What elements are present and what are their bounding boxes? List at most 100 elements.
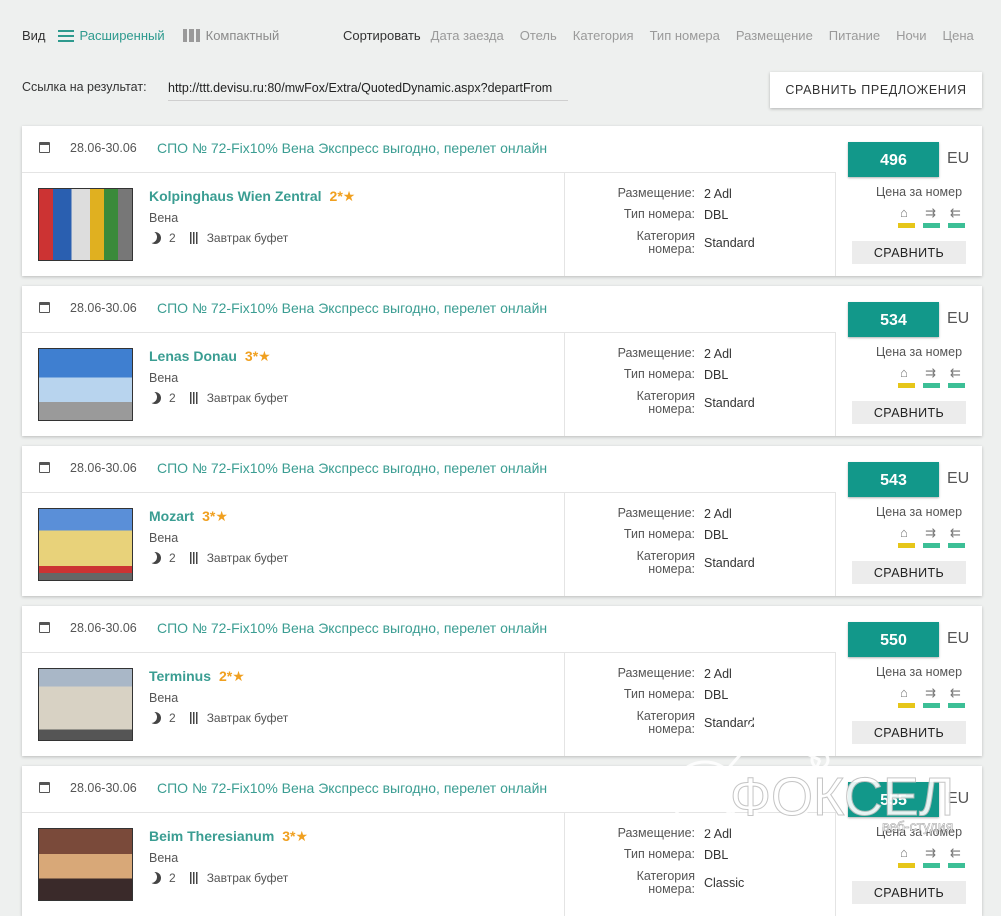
fork-knife-icon <box>189 392 199 404</box>
price-button[interactable]: 496 <box>848 142 939 177</box>
compare-button[interactable]: СРАВНИТЬ <box>852 401 966 424</box>
room-type-label: Тип номера: <box>623 207 695 221</box>
placement-label: Размещение: <box>617 186 695 200</box>
fork-knife-icon <box>189 872 199 884</box>
compare-offers-button[interactable]: СРАВНИТЬ ПРЕДЛОЖЕНИЯ <box>770 72 982 108</box>
offer-title-link[interactable]: СПО № 72-Fix10% Вена Экспресс выгодно, п… <box>157 140 547 156</box>
hotel-name-link[interactable]: Lenas Donau 3*★ <box>149 348 271 365</box>
hotel-meta: 2 Завтрак буфет <box>149 231 288 245</box>
placement-value: 2 Adl <box>704 667 732 681</box>
view-compact-label: Компактный <box>205 28 280 43</box>
hotel-name: Kolpinghaus Wien Zentral <box>149 188 322 204</box>
placement-value: 2 Adl <box>704 347 732 361</box>
offer-title-link[interactable]: СПО № 72-Fix10% Вена Экспресс выгодно, п… <box>157 620 547 636</box>
hotel-photo[interactable] <box>38 828 133 901</box>
sort-bar: Сортировать Дата заезда Отель Категория … <box>343 28 974 43</box>
placement-value: 2 Adl <box>704 827 732 841</box>
price-button[interactable]: 534 <box>848 302 939 337</box>
flight-out-icon: ⇉ <box>923 526 940 548</box>
hotel-availability-icon: ⌂ <box>898 526 915 548</box>
nights-count: 2 <box>169 551 176 565</box>
availability-icons: ⌂ ⇉ ⇇ <box>898 846 965 868</box>
toolbar: Вид Расширенный Компактный Сортировать Д… <box>0 0 1001 72</box>
category-value: Standard <box>704 236 755 250</box>
view-compact-option[interactable]: Компактный <box>182 28 280 43</box>
hotel-name-link[interactable]: Kolpinghaus Wien Zentral 2*★ <box>149 188 355 205</box>
compare-button[interactable]: СРАВНИТЬ <box>852 881 966 904</box>
price-button[interactable]: 550 <box>848 622 939 657</box>
category-value: Standard <box>704 716 755 730</box>
sort-option-nights[interactable]: Ночи <box>896 28 926 43</box>
hotel-photo[interactable] <box>38 668 133 741</box>
offer-dates: 28.06-30.06 <box>70 141 137 155</box>
price-block: 496 EU Цена за номер ⌂ ⇉ ⇇ СРАВНИТЬ <box>836 126 982 276</box>
price-currency: EU <box>947 630 970 647</box>
availability-icons: ⌂ ⇉ ⇇ <box>898 686 965 708</box>
compare-button[interactable]: СРАВНИТЬ <box>852 561 966 584</box>
hotel-stars: 3*★ <box>282 828 309 844</box>
sort-option-category[interactable]: Категория <box>573 28 634 43</box>
placement-value: 2 Adl <box>704 507 732 521</box>
sort-option-placement[interactable]: Размещение <box>736 28 813 43</box>
calendar-icon <box>39 782 50 793</box>
view-extended-option[interactable]: Расширенный <box>57 28 165 43</box>
price-currency: EU <box>947 470 970 487</box>
hotel-photo[interactable] <box>38 348 133 421</box>
price-per-room: Цена за номер <box>876 185 963 199</box>
hotel-name-link[interactable]: Beim Theresianum 3*★ <box>149 828 308 845</box>
placement-label: Размещение: <box>617 506 695 520</box>
flight-back-icon: ⇇ <box>948 686 965 708</box>
offer-header: 28.06-30.06 СПО № 72-Fix10% Вена Экспрес… <box>22 766 835 813</box>
offer-title-link[interactable]: СПО № 72-Fix10% Вена Экспресс выгодно, п… <box>157 300 547 316</box>
room-details: Размещение: 2 Adl Тип номера: DBL Катего… <box>565 172 836 276</box>
flight-out-icon: ⇉ <box>923 366 940 388</box>
columns-icon <box>182 29 200 42</box>
offer-header: 28.06-30.06 СПО № 72-Fix10% Вена Экспрес… <box>22 286 835 333</box>
compare-button[interactable]: СРАВНИТЬ <box>852 241 966 264</box>
category-value: Standard <box>704 556 755 570</box>
category-label: Категория номера: <box>636 709 695 736</box>
hotel-photo[interactable] <box>38 188 133 261</box>
hotel-name-link[interactable]: Terminus 2*★ <box>149 668 245 685</box>
result-link-input[interactable] <box>168 76 568 101</box>
sort-option-meal[interactable]: Питание <box>829 28 880 43</box>
hotel-photo[interactable] <box>38 508 133 581</box>
offer-card: 28.06-30.06 СПО № 72-Fix10% Вена Экспрес… <box>22 126 982 276</box>
sort-option-date[interactable]: Дата заезда <box>431 28 504 43</box>
price-per-room: Цена за номер <box>876 825 963 839</box>
offer-title-link[interactable]: СПО № 72-Fix10% Вена Экспресс выгодно, п… <box>157 460 547 476</box>
offer-header: 28.06-30.06 СПО № 72-Fix10% Вена Экспрес… <box>22 126 835 173</box>
compare-button[interactable]: СРАВНИТЬ <box>852 721 966 744</box>
hotel-city: Вена <box>149 531 179 545</box>
category-value: Standard <box>704 396 755 410</box>
price-per-room: Цена за номер <box>876 505 963 519</box>
price-button[interactable]: 555 <box>848 782 939 817</box>
room-type-value: DBL <box>704 528 729 542</box>
placement-value: 2 Adl <box>704 187 732 201</box>
price-button[interactable]: 543 <box>848 462 939 497</box>
hotel-info: Terminus 2*★ Вена 2 Завтрак буфет <box>22 652 565 756</box>
price-block: 534 EU Цена за номер ⌂ ⇉ ⇇ СРАВНИТЬ <box>836 286 982 436</box>
category-label: Категория номера: <box>636 389 695 416</box>
hotel-name-link[interactable]: Mozart 3*★ <box>149 508 228 525</box>
calendar-icon <box>39 302 50 313</box>
hotel-name: Lenas Donau <box>149 348 237 364</box>
hotel-stars: 3*★ <box>244 348 271 364</box>
meal-plan: Завтрак буфет <box>206 391 289 405</box>
hotel-stars: 2*★ <box>218 668 245 684</box>
offer-dates: 28.06-30.06 <box>70 621 137 635</box>
sort-option-hotel[interactable]: Отель <box>520 28 557 43</box>
placement-label: Размещение: <box>617 666 695 680</box>
room-details: Размещение: 2 Adl Тип номера: DBL Катего… <box>565 492 836 596</box>
offer-dates: 28.06-30.06 <box>70 781 137 795</box>
meal-plan: Завтрак буфет <box>206 871 289 885</box>
price-block: 550 EU Цена за номер ⌂ ⇉ ⇇ СРАВНИТЬ <box>836 606 982 756</box>
sort-option-room-type[interactable]: Тип номера <box>650 28 720 43</box>
offer-title-link[interactable]: СПО № 72-Fix10% Вена Экспресс выгодно, п… <box>157 780 547 796</box>
calendar-icon <box>39 462 50 473</box>
moon-icon <box>149 872 161 884</box>
sort-option-price[interactable]: Цена <box>943 28 974 43</box>
hotel-availability-icon: ⌂ <box>898 366 915 388</box>
flight-out-icon: ⇉ <box>923 686 940 708</box>
price-per-room: Цена за номер <box>876 345 963 359</box>
